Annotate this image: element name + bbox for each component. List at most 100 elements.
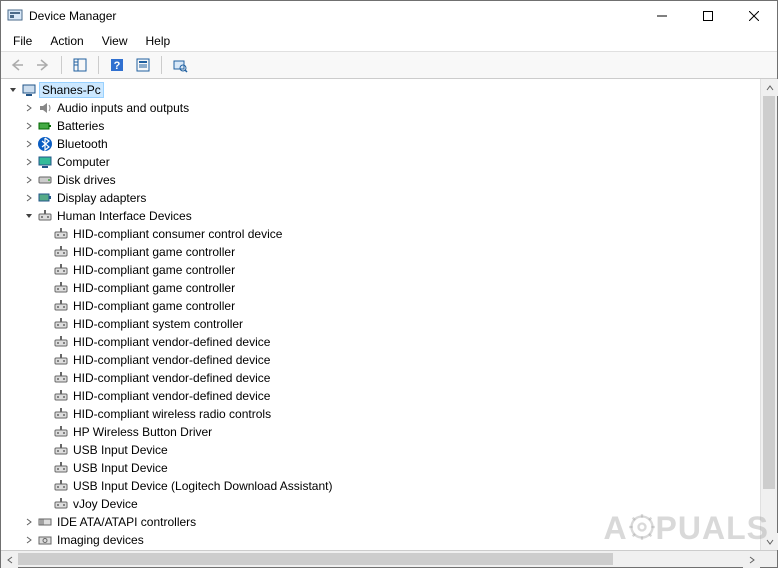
show-hide-tree-button[interactable] (68, 54, 92, 76)
chevron-down-icon[interactable] (5, 82, 21, 98)
device-tree[interactable]: Shanes-Pc Audio inputs and outputs Batte… (1, 79, 760, 550)
tree-device-row[interactable]: HID-compliant vendor-defined device (1, 369, 760, 387)
tree-label[interactable]: Computer (57, 155, 110, 169)
tree-label[interactable]: HID-compliant game controller (73, 245, 235, 259)
tree-device-row[interactable]: HID-compliant wireless radio controls (1, 405, 760, 423)
tree-device-row[interactable]: USB Input Device (Logitech Download Assi… (1, 477, 760, 495)
window-controls (639, 1, 777, 31)
tree-device-row[interactable]: HID-compliant vendor-defined device (1, 387, 760, 405)
scroll-track[interactable] (18, 551, 743, 567)
tree-category-display[interactable]: Display adapters (1, 189, 760, 207)
tree-device-row[interactable]: HP Wireless Button Driver (1, 423, 760, 441)
chevron-right-icon[interactable] (21, 118, 37, 134)
hid-icon (53, 496, 69, 512)
tree-label[interactable]: USB Input Device (Logitech Download Assi… (73, 479, 332, 493)
tree-label[interactable]: Imaging devices (57, 533, 144, 547)
close-button[interactable] (731, 1, 777, 31)
scan-hardware-button[interactable] (168, 54, 192, 76)
tree-label[interactable]: Human Interface Devices (57, 209, 192, 223)
tree-label[interactable]: vJoy Device (73, 497, 138, 511)
scroll-left-button[interactable] (1, 551, 18, 568)
tree-label[interactable]: HP Wireless Button Driver (73, 425, 212, 439)
chevron-right-icon[interactable] (21, 154, 37, 170)
tree-label[interactable]: HID-compliant wireless radio controls (73, 407, 271, 421)
tree-label[interactable]: HID-compliant vendor-defined device (73, 371, 270, 385)
minimize-button[interactable] (639, 1, 685, 31)
tree-label[interactable]: HID-compliant system controller (73, 317, 243, 331)
chevron-right-icon[interactable] (21, 190, 37, 206)
tree-device-row[interactable]: USB Input Device (1, 459, 760, 477)
tree-category-disk[interactable]: Disk drives (1, 171, 760, 189)
scroll-up-button[interactable] (761, 79, 778, 96)
tree-label[interactable]: HID-compliant game controller (73, 299, 235, 313)
hid-icon (53, 424, 69, 440)
tree-device-row[interactable]: vJoy Device (1, 495, 760, 513)
vertical-scrollbar[interactable] (760, 79, 777, 550)
horizontal-scrollbar[interactable] (1, 551, 777, 567)
tree-category-hid[interactable]: Human Interface Devices (1, 207, 760, 225)
tree-label[interactable]: HID-compliant game controller (73, 263, 235, 277)
tree-label[interactable]: Display adapters (57, 191, 146, 205)
tree-label[interactable]: USB Input Device (73, 461, 168, 475)
window-title: Device Manager (29, 9, 116, 23)
scroll-down-button[interactable] (761, 533, 778, 550)
chevron-right-icon[interactable] (21, 514, 37, 530)
properties-button[interactable] (131, 54, 155, 76)
bluetooth-icon (37, 136, 53, 152)
tree-label[interactable]: IDE ATA/ATAPI controllers (57, 515, 196, 529)
camera-icon (37, 532, 53, 548)
tree-device-row[interactable]: HID-compliant game controller (1, 243, 760, 261)
menu-action[interactable]: Action (42, 32, 91, 50)
tree-label[interactable]: Batteries (57, 119, 104, 133)
tree-root-row[interactable]: Shanes-Pc (1, 81, 760, 99)
scroll-thumb[interactable] (18, 553, 613, 565)
tree-root-label[interactable]: Shanes-Pc (39, 82, 104, 98)
tree-category-bluetooth[interactable]: Bluetooth (1, 135, 760, 153)
menu-file[interactable]: File (5, 32, 40, 50)
chevron-right-icon[interactable] (21, 136, 37, 152)
tree-label[interactable]: Disk drives (57, 173, 116, 187)
toolbar-separator (98, 56, 99, 74)
tree-device-row[interactable]: HID-compliant vendor-defined device (1, 351, 760, 369)
tree-category-ide[interactable]: IDE ATA/ATAPI controllers (1, 513, 760, 531)
tree-label[interactable]: HID-compliant consumer control device (73, 227, 282, 241)
tree-category-imaging[interactable]: Imaging devices (1, 531, 760, 549)
tree-device-row[interactable]: USB Input Device (1, 441, 760, 459)
tree-category-batteries[interactable]: Batteries (1, 117, 760, 135)
maximize-button[interactable] (685, 1, 731, 31)
scroll-right-button[interactable] (743, 551, 760, 568)
tree-label[interactable]: Audio inputs and outputs (57, 101, 189, 115)
battery-icon (37, 118, 53, 134)
scroll-thumb[interactable] (763, 96, 775, 489)
hid-icon (53, 244, 69, 260)
hid-icon (53, 262, 69, 278)
titlebar-left: Device Manager (7, 8, 116, 24)
tree-device-row[interactable]: HID-compliant vendor-defined device (1, 333, 760, 351)
tree-category-audio[interactable]: Audio inputs and outputs (1, 99, 760, 117)
back-button[interactable] (5, 54, 29, 76)
tree-device-row[interactable]: HID-compliant system controller (1, 315, 760, 333)
tree-label[interactable]: HID-compliant vendor-defined device (73, 353, 270, 367)
tree-label[interactable]: USB Input Device (73, 443, 168, 457)
tree-device-row[interactable]: HID-compliant consumer control device (1, 225, 760, 243)
chevron-right-icon[interactable] (21, 172, 37, 188)
tree-device-row[interactable]: HID-compliant game controller (1, 297, 760, 315)
scroll-track[interactable] (761, 96, 777, 533)
chevron-right-icon[interactable] (21, 532, 37, 548)
monitor-icon (37, 154, 53, 170)
help-button[interactable]: ? (105, 54, 129, 76)
hid-icon (53, 280, 69, 296)
tree-device-row[interactable]: HID-compliant game controller (1, 261, 760, 279)
chevron-right-icon[interactable] (21, 100, 37, 116)
hid-icon (53, 316, 69, 332)
tree-device-row[interactable]: HID-compliant game controller (1, 279, 760, 297)
tree-label[interactable]: Bluetooth (57, 137, 108, 151)
tree-label[interactable]: HID-compliant vendor-defined device (73, 335, 270, 349)
chevron-down-icon[interactable] (21, 208, 37, 224)
tree-category-computer[interactable]: Computer (1, 153, 760, 171)
menu-view[interactable]: View (94, 32, 136, 50)
tree-label[interactable]: HID-compliant game controller (73, 281, 235, 295)
tree-label[interactable]: HID-compliant vendor-defined device (73, 389, 270, 403)
menu-help[interactable]: Help (138, 32, 179, 50)
forward-button[interactable] (31, 54, 55, 76)
